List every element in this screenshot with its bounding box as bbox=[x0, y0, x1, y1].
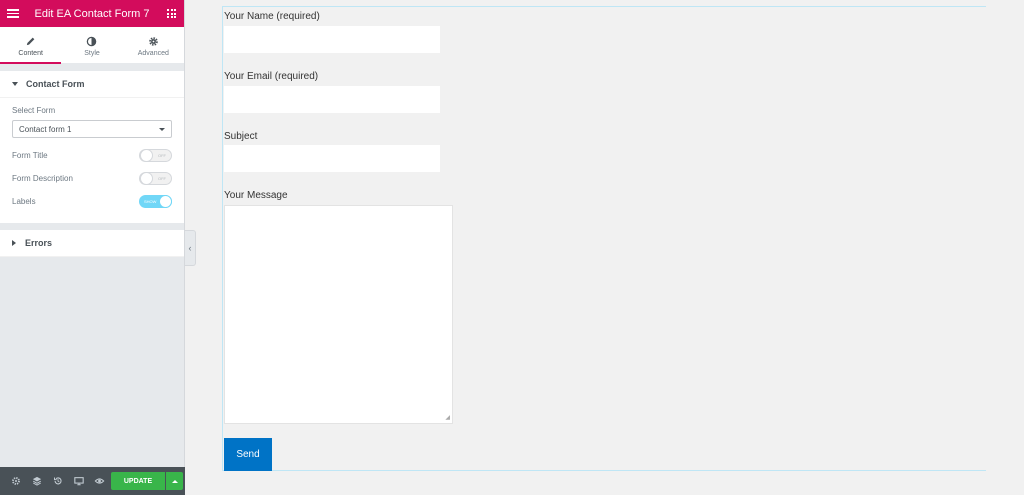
responsive-monitor-icon[interactable] bbox=[68, 467, 89, 495]
caret-right-icon bbox=[12, 240, 16, 246]
form-title-label: Form Title bbox=[12, 151, 48, 160]
errors-section: Errors bbox=[0, 230, 184, 257]
gear-icon bbox=[148, 35, 159, 47]
labels-row: Labels SHOW bbox=[12, 190, 172, 213]
labels-switch-state: SHOW bbox=[144, 199, 157, 204]
menu-icon[interactable] bbox=[7, 9, 19, 18]
select-form-dropdown[interactable]: Contact form 1 bbox=[12, 120, 172, 138]
contact-form-section-title: Contact Form bbox=[26, 79, 85, 89]
name-label: Your Name (required) bbox=[224, 11, 320, 22]
form-description-switch[interactable]: OFF bbox=[139, 172, 172, 185]
contact-form-section: Contact Form Select Form Contact form 1 … bbox=[0, 71, 184, 223]
form-description-row: Form Description OFF bbox=[12, 167, 172, 190]
update-options-button[interactable] bbox=[166, 472, 183, 490]
history-icon[interactable] bbox=[47, 467, 68, 495]
contact-form-section-header[interactable]: Contact Form bbox=[0, 71, 184, 98]
chevron-left-icon: ‹ bbox=[188, 243, 192, 253]
send-button[interactable]: Send bbox=[224, 438, 272, 471]
labels-switch[interactable]: SHOW bbox=[139, 195, 172, 208]
tab-style[interactable]: Style bbox=[61, 27, 122, 63]
update-button[interactable]: UPDATE bbox=[111, 472, 165, 490]
resize-grip-icon[interactable]: ◢ bbox=[445, 414, 450, 421]
message-textarea[interactable]: ◢ bbox=[224, 205, 453, 424]
tab-content[interactable]: Content bbox=[0, 27, 62, 64]
widgets-grid-icon[interactable] bbox=[167, 9, 176, 18]
panel-header: Edit EA Contact Form 7 bbox=[0, 0, 184, 27]
select-form-label: Select Form bbox=[12, 106, 56, 115]
errors-section-header[interactable]: Errors bbox=[0, 230, 184, 257]
editor-panel: Edit EA Contact Form 7 Content Style Adv… bbox=[0, 0, 185, 495]
panel-tabs: Content Style Advanced bbox=[0, 27, 184, 64]
panel-title: Edit EA Contact Form 7 bbox=[34, 7, 150, 20]
tab-content-label: Content bbox=[18, 50, 43, 57]
panel-footer: UPDATE bbox=[0, 467, 185, 495]
caret-down-icon bbox=[12, 82, 18, 86]
panel-collapse-handle[interactable]: ‹ bbox=[185, 230, 196, 266]
preview-area: Your Name (required) Your Email (require… bbox=[222, 6, 986, 471]
message-label: Your Message bbox=[224, 190, 288, 201]
errors-section-title: Errors bbox=[25, 238, 53, 248]
form-description-switch-state: OFF bbox=[158, 176, 166, 181]
tab-style-label: Style bbox=[84, 50, 100, 57]
email-label: Your Email (required) bbox=[224, 71, 319, 82]
chevron-up-icon bbox=[171, 479, 178, 483]
name-input[interactable] bbox=[224, 26, 440, 53]
labels-label: Labels bbox=[12, 197, 36, 206]
tab-advanced-label: Advanced bbox=[137, 50, 169, 57]
form-title-row: Form Title OFF bbox=[12, 144, 172, 167]
half-circle-icon bbox=[86, 35, 97, 47]
email-input[interactable] bbox=[224, 86, 440, 113]
tab-advanced[interactable]: Advanced bbox=[123, 27, 184, 63]
subject-label: Subject bbox=[224, 131, 258, 142]
subject-input[interactable] bbox=[224, 145, 440, 172]
form-title-switch[interactable]: OFF bbox=[139, 149, 172, 162]
preview-eye-icon[interactable] bbox=[89, 467, 110, 495]
settings-icon[interactable] bbox=[5, 467, 26, 495]
layers-icon[interactable] bbox=[26, 467, 47, 495]
pencil-icon bbox=[25, 35, 36, 47]
select-form-value: Contact form 1 bbox=[19, 124, 72, 134]
form-title-switch-state: OFF bbox=[158, 153, 166, 158]
form-description-label: Form Description bbox=[12, 174, 73, 183]
chevron-down-icon bbox=[159, 127, 165, 131]
